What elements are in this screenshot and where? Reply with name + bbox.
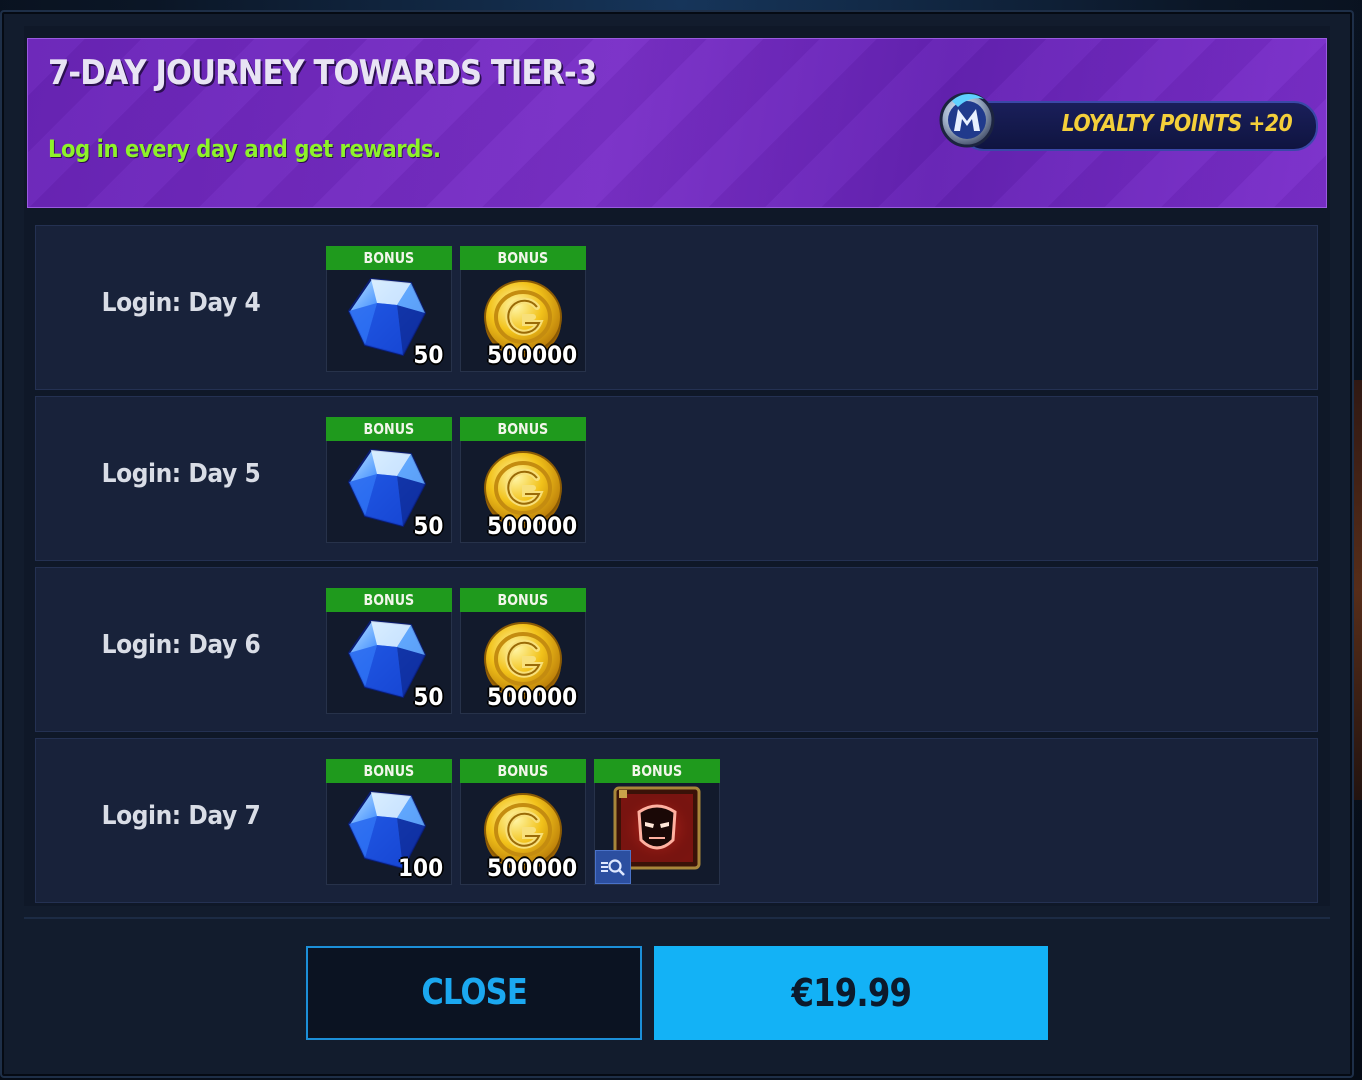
bonus-badge: BONUS [460, 588, 586, 612]
magnify-icon [601, 859, 625, 876]
reward-quantity: 100 [397, 854, 443, 882]
bonus-badge: BONUS [460, 417, 586, 441]
reward-tile-crystal[interactable]: BONUS 50 [326, 246, 452, 372]
buy-button[interactable]: €19.99 [654, 946, 1048, 1040]
loyalty-points-label: LOYALTY POINTS +20 [1061, 111, 1293, 137]
reward-quantity: 50 [412, 341, 443, 369]
reward-tile-gold[interactable]: BONUS 500000 [460, 588, 586, 714]
day-label: Login: Day 6 [101, 630, 261, 660]
bonus-badge: BONUS [594, 759, 720, 783]
day-label: Login: Day 7 [101, 801, 261, 831]
bonus-badge: BONUS [460, 759, 586, 783]
reward-tile-crystal[interactable]: BONUS 50 [326, 588, 452, 714]
reward-tile-crystal[interactable]: BONUS 50 [326, 417, 452, 543]
bonus-badge: BONUS [326, 588, 452, 612]
reward-tile-crystal[interactable]: BONUS 100 [326, 759, 452, 885]
reward-tile-gold[interactable]: BONUS 500000 [460, 417, 586, 543]
dialog-header: 7-DAY JOURNEY TOWARDS TIER-3 Log in ever… [27, 38, 1327, 208]
reward-quantity: 500000 [486, 341, 577, 369]
reward-quantity: 50 [412, 683, 443, 711]
loyalty-points-pill: LOYALTY POINTS +20 [939, 92, 1318, 151]
reward-quantity: 50 [412, 512, 443, 540]
loyalty-m-icon [939, 92, 995, 148]
reward-tile-character-card[interactable]: BONUS [594, 759, 720, 885]
day-row-4: Login: Day 4 BONUS 50 BONUS 500000 [35, 225, 1318, 390]
bonus-badge: BONUS [460, 246, 586, 270]
close-button[interactable]: CLOSE [306, 946, 642, 1040]
reward-tile-gold[interactable]: BONUS 500000 [460, 759, 586, 885]
day-row-7: Login: Day 7 BONUS 100 BONUS 500000 BONU… [35, 738, 1318, 903]
reward-quantity: 500000 [486, 854, 577, 882]
dialog-subtitle: Log in every day and get rewards. [48, 135, 441, 163]
footer-divider [24, 917, 1330, 919]
day-row-6: Login: Day 6 BONUS 50 BONUS 500000 [35, 567, 1318, 732]
day-label: Login: Day 5 [101, 459, 261, 489]
reward-quantity: 500000 [486, 512, 577, 540]
dialog-title: 7-DAY JOURNEY TOWARDS TIER-3 [48, 53, 597, 93]
reward-quantity: 500000 [486, 683, 577, 711]
bonus-badge: BONUS [326, 759, 452, 783]
reward-tile-gold[interactable]: BONUS 500000 [460, 246, 586, 372]
inspect-button[interactable] [595, 850, 631, 884]
bonus-badge: BONUS [326, 246, 452, 270]
day-label: Login: Day 4 [101, 288, 261, 318]
day-row-5: Login: Day 5 BONUS 50 BONUS 500000 [35, 396, 1318, 561]
bonus-badge: BONUS [326, 417, 452, 441]
